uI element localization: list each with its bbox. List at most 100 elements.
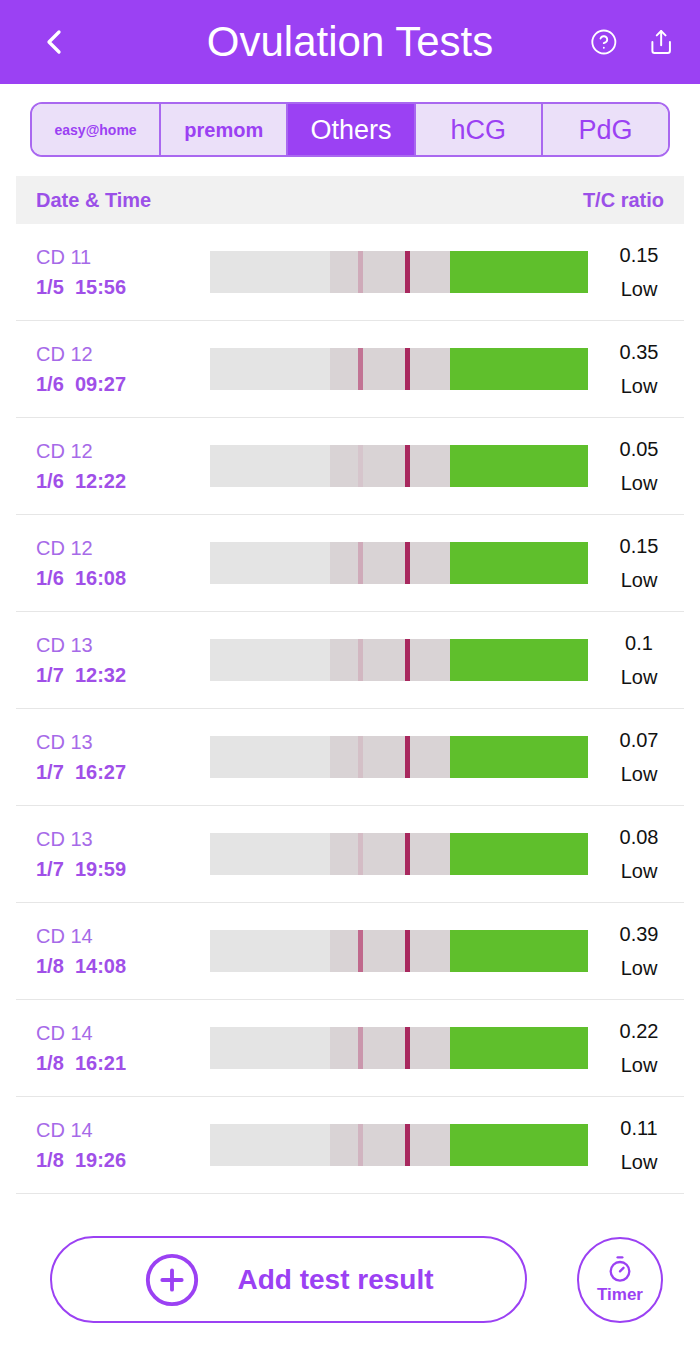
brand-tab[interactable]: PdG [541, 104, 668, 155]
ratio-value: 0.22 [620, 1019, 659, 1043]
ratio-value: 0.35 [620, 340, 659, 364]
header: Ovulation Tests [0, 0, 700, 84]
test-strip [210, 1124, 588, 1166]
test-strip [210, 542, 588, 584]
test-row[interactable]: CD 13 1/7 16:27 0.07Low [16, 709, 684, 806]
test-list: CD 111/5 15:560.15LowCD 121/6 09:270.35L… [16, 224, 684, 1194]
test-strip [210, 736, 588, 778]
date-cell: CD 14 1/8 16:21 [36, 1020, 210, 1076]
control-line [405, 930, 410, 972]
control-line [405, 542, 410, 584]
cycle-day: CD 14 [36, 923, 210, 949]
bottom-bar: Add test result Timer [0, 1236, 700, 1323]
date-time: 1/8 14:08 [36, 953, 210, 979]
test-row[interactable]: CD 121/6 16:08 0.15Low [16, 515, 684, 612]
share-icon[interactable] [648, 23, 674, 61]
cycle-day: CD 14 [36, 1117, 210, 1143]
strip-handle [450, 445, 588, 487]
test-row[interactable]: CD 121/6 12:22 0.05 Low [16, 418, 684, 515]
test-strip [210, 639, 588, 681]
date-cell: CD 13 1/7 12:32 [36, 632, 210, 688]
cycle-day: CD 14 [36, 1020, 210, 1046]
strip-handle [450, 639, 588, 681]
test-row[interactable]: CD 14 1/8 19:26 0.11Low [16, 1097, 684, 1194]
test-strip [210, 930, 588, 972]
date-time: 1/7 19:59 [36, 856, 210, 882]
date-time: 1/8 19:26 [36, 1147, 210, 1173]
date-time: 1/8 16:21 [36, 1050, 210, 1076]
ratio-result: Low [621, 665, 658, 689]
ratio-value: 0.15 [620, 243, 659, 267]
brand-tabs: easy@homepremomOthershCGPdG [30, 102, 670, 157]
test-line [358, 1027, 363, 1069]
test-row[interactable]: CD 11 1/5 15:56 0.15 Low [16, 224, 684, 321]
control-line [405, 833, 410, 875]
ratio-result: Low [621, 471, 658, 495]
ratio-result: Low [621, 956, 658, 980]
test-line [358, 639, 363, 681]
test-line [358, 251, 363, 293]
date-time: 1/5 15:56 [36, 274, 210, 300]
cycle-day: CD 12 [36, 535, 210, 561]
ratio-cell: 0.07Low [604, 728, 674, 786]
brand-tab[interactable]: Others [286, 104, 413, 155]
strip-handle [450, 542, 588, 584]
test-strip [210, 251, 588, 293]
strip-handle [450, 1027, 588, 1069]
ratio-value: 0.08 [620, 825, 659, 849]
help-icon[interactable] [590, 22, 618, 62]
control-line [405, 1124, 410, 1166]
date-time: 1/7 16:27 [36, 759, 210, 785]
ratio-cell: 0.15Low [604, 534, 674, 592]
title: Ovulation Tests [110, 17, 590, 67]
cycle-day: CD 13 [36, 729, 210, 755]
ratio-cell: 0.35 Low [604, 340, 674, 398]
ratio-cell: 0.22Low [604, 1019, 674, 1077]
ratio-result: Low [621, 277, 658, 301]
strip-handle [450, 833, 588, 875]
timer-button[interactable]: Timer [577, 1237, 663, 1323]
strip-handle [450, 348, 588, 390]
ratio-cell: 0.39Low [604, 922, 674, 980]
date-cell: CD 14 1/8 19:26 [36, 1117, 210, 1173]
test-line [358, 1124, 363, 1166]
test-strip [210, 833, 588, 875]
test-line [358, 445, 363, 487]
cycle-day: CD 11 [36, 244, 210, 270]
ratio-result: Low [621, 1150, 658, 1174]
ratio-result: Low [621, 859, 658, 883]
control-line [405, 445, 410, 487]
table-header: Date & TimeT/C ratio [16, 176, 684, 224]
strip-handle [450, 736, 588, 778]
cycle-day: CD 13 [36, 826, 210, 852]
brand-tab[interactable]: easy@home [32, 104, 159, 155]
plus-icon [143, 1251, 201, 1309]
test-row[interactable]: CD 121/6 09:27 0.35 Low [16, 321, 684, 418]
date-cell: CD 121/6 12:22 [36, 438, 210, 494]
cycle-day: CD 13 [36, 632, 210, 658]
ratio-result: Low [621, 568, 658, 592]
date-time: 1/6 09:27 [36, 371, 210, 397]
ratio-cell: 0.11Low [604, 1116, 674, 1174]
strip-handle [450, 251, 588, 293]
test-strip [210, 445, 588, 487]
test-row[interactable]: CD 14 1/8 14:08 0.39Low [16, 903, 684, 1000]
brand-tab[interactable]: hCG [414, 104, 541, 155]
back-icon[interactable] [34, 22, 74, 62]
ratio-value: 0.05 [620, 437, 659, 461]
brand-tab[interactable]: premom [159, 104, 286, 155]
ratio-value: 0.1 [625, 631, 653, 655]
add-test-button[interactable]: Add test result [50, 1236, 527, 1323]
app: Ovulation Tests easy@homepremomOthershCGP… [0, 0, 700, 1346]
date-cell: CD 121/6 16:08 [36, 535, 210, 591]
test-row[interactable]: CD 13 1/7 12:32 0.1 Low [16, 612, 684, 709]
ratio-result: Low [621, 374, 658, 398]
date-cell: CD 13 1/7 19:59 [36, 826, 210, 882]
ratio-cell: 0.15 Low [604, 243, 674, 301]
date-cell: CD 121/6 09:27 [36, 341, 210, 397]
date-time: 1/7 12:32 [36, 662, 210, 688]
control-line [405, 639, 410, 681]
test-row[interactable]: CD 13 1/7 19:59 0.08 Low [16, 806, 684, 903]
test-row[interactable]: CD 14 1/8 16:21 0.22Low [16, 1000, 684, 1097]
strip-handle [450, 930, 588, 972]
